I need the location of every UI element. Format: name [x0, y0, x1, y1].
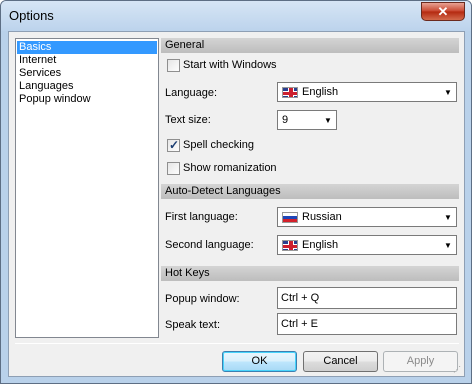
popup-window-hotkey-field[interactable]: Ctrl + Q — [277, 287, 457, 309]
first-language-value: Russian — [302, 211, 342, 223]
speak-text-hotkey-field[interactable]: Ctrl + E — [277, 313, 457, 335]
chevron-down-icon: ▼ — [444, 212, 452, 222]
chevron-down-icon: ▼ — [444, 240, 452, 250]
language-value: English — [302, 86, 339, 98]
start-with-windows-row[interactable]: Start with Windows — [167, 58, 277, 72]
language-label: Language: — [165, 87, 217, 99]
apply-button[interactable]: Apply — [383, 351, 458, 372]
dialog-client-area: Basics Internet Services Languages Popup… — [8, 31, 465, 377]
window-title: Options — [9, 8, 54, 23]
cancel-button[interactable]: Cancel — [303, 351, 378, 372]
language-combo[interactable]: English ▼ — [277, 82, 457, 102]
options-dialog: Options ✕ Basics Internet Services Langu… — [0, 0, 472, 384]
close-icon: ✕ — [437, 4, 449, 19]
second-language-value: English — [302, 239, 339, 251]
spell-checking-checkbox[interactable] — [167, 138, 180, 152]
speak-text-hotkey-label: Speak text: — [165, 319, 221, 331]
category-list[interactable]: Basics Internet Services Languages Popup… — [15, 38, 159, 338]
title-bar[interactable]: Options ✕ — [1, 1, 471, 31]
ok-button[interactable]: OK — [222, 351, 297, 372]
category-item-basics[interactable]: Basics — [17, 41, 157, 54]
chevron-down-icon: ▼ — [444, 87, 452, 97]
text-size-combo[interactable]: 9 ▼ — [277, 110, 337, 130]
show-romanization-label: Show romanization — [183, 162, 277, 174]
uk-flag-icon — [282, 239, 298, 251]
category-item-popup-window[interactable]: Popup window — [16, 93, 158, 106]
chevron-down-icon: ▼ — [324, 115, 332, 125]
first-language-combo[interactable]: Russian ▼ — [277, 207, 457, 227]
uk-flag-icon — [282, 86, 298, 98]
ru-flag-icon — [282, 211, 298, 223]
spell-checking-label: Spell checking — [183, 139, 254, 151]
popup-window-hotkey-label: Popup window: — [165, 293, 240, 305]
resize-grip-icon[interactable]: ⋰ — [453, 365, 463, 375]
category-item-languages[interactable]: Languages — [16, 80, 158, 93]
button-separator — [15, 343, 459, 344]
text-size-value: 9 — [282, 114, 289, 126]
section-header-auto-detect: Auto-Detect Languages — [161, 184, 459, 199]
category-item-internet[interactable]: Internet — [16, 54, 158, 67]
start-with-windows-label: Start with Windows — [183, 59, 277, 71]
close-button[interactable]: ✕ — [421, 2, 465, 21]
show-romanization-row[interactable]: Show romanization — [167, 161, 277, 175]
spell-checking-row[interactable]: Spell checking — [167, 138, 254, 152]
section-header-general: General — [161, 38, 459, 53]
second-language-label: Second language: — [165, 239, 254, 251]
start-with-windows-checkbox[interactable] — [167, 58, 180, 72]
show-romanization-checkbox[interactable] — [167, 161, 180, 175]
text-size-label: Text size: — [165, 114, 211, 126]
category-item-services[interactable]: Services — [16, 67, 158, 80]
section-header-hot-keys: Hot Keys — [161, 266, 459, 281]
first-language-label: First language: — [165, 211, 238, 223]
second-language-combo[interactable]: English ▼ — [277, 235, 457, 255]
